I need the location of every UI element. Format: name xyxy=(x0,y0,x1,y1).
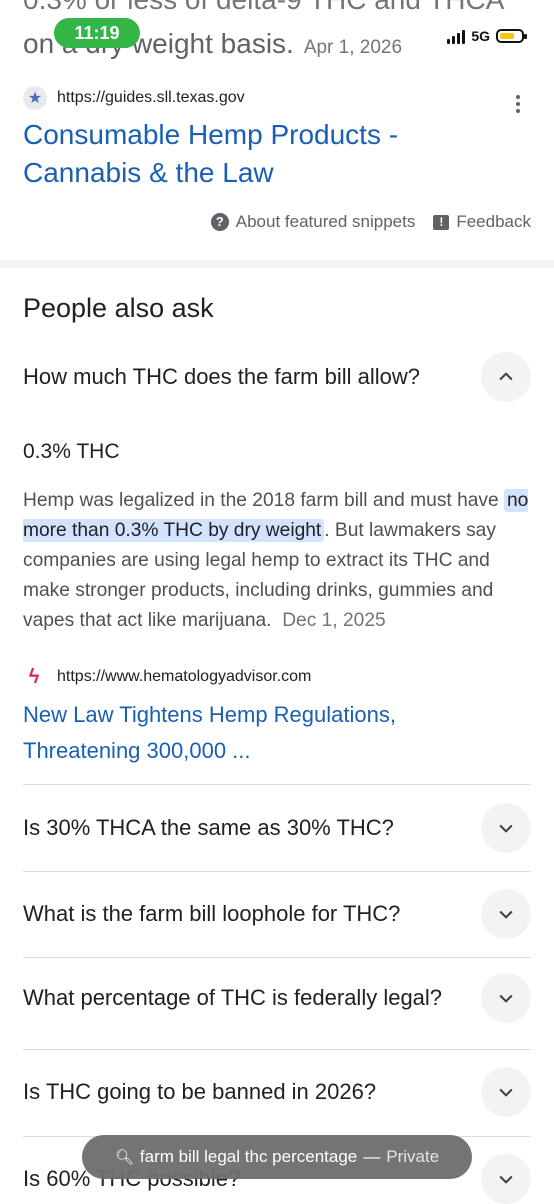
network-type: 5G xyxy=(471,28,490,44)
status-icons: 5G xyxy=(447,26,527,46)
chevron-down-icon[interactable] xyxy=(481,889,531,939)
divider xyxy=(23,957,531,958)
chevron-down-icon[interactable] xyxy=(481,1154,531,1204)
section-divider xyxy=(0,260,554,268)
people-also-ask-heading: People also ask xyxy=(23,293,214,323)
source-url: https://guides.sll.texas.gov xyxy=(57,89,245,106)
answer-source-url: https://www.hematologyadvisor.com xyxy=(57,668,312,685)
status-time: 11:19 xyxy=(54,18,140,48)
feedback-label: Feedback xyxy=(456,212,531,231)
divider xyxy=(23,1049,531,1050)
search-query-pill[interactable]: 🔍︎ farm bill legal thc percentage — Priv… xyxy=(82,1135,472,1179)
private-mode-label: Private xyxy=(386,1147,440,1166)
signal-icon xyxy=(447,28,466,44)
about-snippets-link[interactable]: ? About featured snippets xyxy=(210,212,416,232)
paa-question-text: How much THC does the farm bill allow? xyxy=(23,364,420,389)
answer-heading: 0.3% THC xyxy=(23,440,120,463)
divider xyxy=(23,784,531,785)
chevron-up-icon[interactable] xyxy=(481,352,531,402)
paa-question[interactable]: What percentage of THC is federally lega… xyxy=(23,973,531,1023)
help-icon: ? xyxy=(210,213,229,231)
paa-question[interactable]: Is THC going to be banned in 2026? xyxy=(23,1067,531,1117)
feedback-icon: ! xyxy=(433,214,450,230)
more-options-icon[interactable] xyxy=(506,92,530,116)
answer-text-before: Hemp was legalized in the 2018 farm bill… xyxy=(23,490,505,511)
answer-source-title[interactable]: New Law Tightens Hemp Regulations, Threa… xyxy=(23,697,503,769)
divider xyxy=(23,871,531,872)
paa-question-text: Is 30% THCA the same as 30% THC? xyxy=(23,815,394,840)
chevron-down-icon[interactable] xyxy=(481,803,531,853)
chevron-down-icon[interactable] xyxy=(481,1067,531,1117)
paa-question-text: What percentage of THC is federally lega… xyxy=(23,985,443,1010)
search-icon: 🔍︎ xyxy=(114,1149,134,1166)
featured-source[interactable]: ★ https://guides.sll.texas.gov xyxy=(23,86,245,110)
paa-question-text: What is the farm bill loophole for THC? xyxy=(23,901,401,926)
paa-question-text: Is THC going to be banned in 2026? xyxy=(23,1079,377,1104)
hematology-advisor-favicon-icon: ϟ xyxy=(28,666,40,688)
feedback-link[interactable]: ! Feedback xyxy=(433,212,531,232)
paa-question[interactable]: What is the farm bill loophole for THC? xyxy=(23,889,531,939)
star-favicon-icon: ★ xyxy=(23,86,47,110)
search-query: farm bill legal thc percentage xyxy=(139,1147,358,1166)
snippet-tools: ? About featured snippets ! Feedback xyxy=(210,212,531,232)
battery-icon xyxy=(496,29,527,43)
snippet-date: Apr 1, 2026 xyxy=(303,37,403,58)
answer-date: Dec 1, 2025 xyxy=(282,610,386,631)
featured-result-title-text: Consumable Hemp Products - Cannabis & th… xyxy=(23,119,399,188)
about-snippets-label: About featured snippets xyxy=(235,212,416,231)
featured-result-title[interactable]: Consumable Hemp Products - Cannabis & th… xyxy=(23,116,503,192)
answer-body: Hemp was legalized in the 2018 farm bill… xyxy=(23,486,533,636)
answer-source[interactable]: ϟ https://www.hematologyadvisor.com xyxy=(23,666,312,688)
paa-question[interactable]: Is 30% THCA the same as 30% THC? xyxy=(23,803,531,853)
pill-separator: — xyxy=(363,1147,381,1166)
chevron-down-icon[interactable] xyxy=(481,973,531,1023)
paa-question-expanded[interactable]: How much THC does the farm bill allow? xyxy=(23,352,531,402)
battery-fill xyxy=(500,33,514,39)
